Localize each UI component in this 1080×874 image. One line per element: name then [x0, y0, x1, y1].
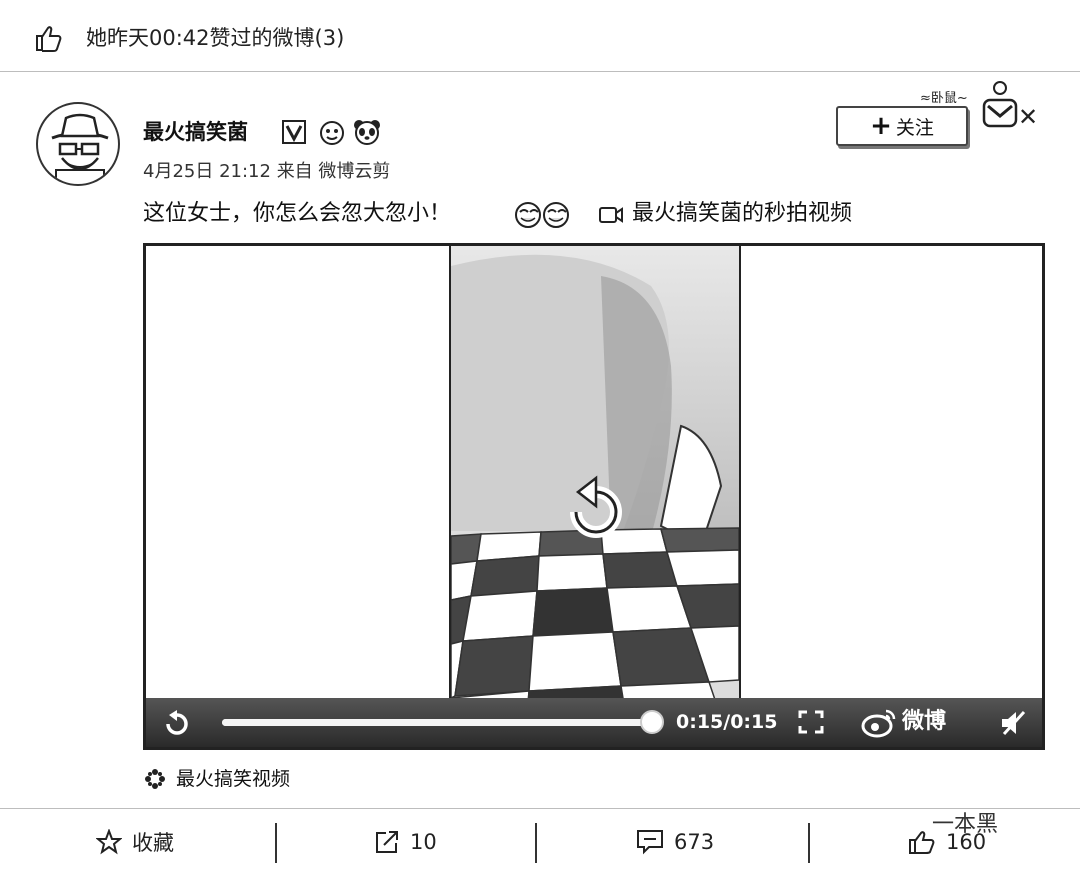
favorite-label: 收藏 [132, 831, 174, 855]
author-avatar[interactable] [36, 102, 120, 186]
video-camera-icon [599, 207, 623, 223]
star-icon [96, 829, 122, 855]
post-meta: 4月25日 21:12 来自 微博云剪 [143, 160, 390, 184]
author-name[interactable]: 最火搞笑菌 [143, 118, 248, 146]
follow-button-label: 关注 [895, 116, 934, 139]
watermark-text: 一本黑 [932, 812, 999, 837]
liked-header: 她昨天00:42赞过的微博(3) [0, 0, 1080, 72]
video-source-icon [145, 769, 165, 789]
fullscreen-icon[interactable] [798, 710, 824, 734]
video-controls: 0:15/0:15 微博 [146, 698, 1042, 747]
verified-v-icon [282, 120, 306, 144]
repost-icon [376, 831, 398, 853]
panda-badge-icon [354, 120, 380, 145]
mute-icon[interactable] [998, 708, 1028, 738]
comment-button[interactable]: 673 [636, 809, 714, 874]
plus-icon: + [870, 111, 892, 141]
video-source-link[interactable]: 最火搞笑视频 [176, 765, 290, 793]
post-from-label: 来自 [276, 161, 313, 182]
progress-track[interactable] [222, 710, 664, 734]
weibo-brand-text: 微博 [902, 709, 947, 734]
thumbs-up-icon [36, 26, 62, 52]
follow-button[interactable]: + 关注 [836, 106, 968, 146]
svg-text:≈卧鼠~: ≈卧鼠~ [920, 91, 968, 106]
progress-fill [222, 719, 652, 726]
comment-count: 673 [674, 830, 715, 854]
repost-count: 10 [410, 830, 437, 854]
time-display: 0:15/0:15 [676, 711, 778, 733]
avatar-image [51, 113, 109, 184]
action-bar: 收藏 10 673 160 [0, 808, 1080, 874]
repost-button[interactable]: 10 [374, 809, 437, 874]
laughing-emoji-icon [515, 202, 569, 228]
video-player[interactable]: 0:15/0:15 微博 [143, 243, 1045, 750]
divider [808, 823, 810, 863]
member-badge-icon [320, 121, 344, 145]
post-text: 这位女士，你怎么会忽大忽小！ [143, 201, 452, 226]
favorite-button[interactable]: 收藏 [96, 809, 174, 874]
replay-icon[interactable] [558, 474, 634, 550]
divider [535, 823, 537, 863]
close-icon[interactable]: ✕ [1018, 104, 1044, 130]
post-source-app[interactable]: 微博云剪 [318, 161, 390, 182]
video-link[interactable]: 最火搞笑菌的秒拍视频 [632, 199, 852, 229]
weibo-logo-icon[interactable] [860, 705, 898, 739]
post-time[interactable]: 4月25日 21:12 [143, 161, 271, 182]
progress-handle[interactable] [640, 710, 664, 734]
comment-icon [637, 830, 663, 855]
replay-small-icon[interactable] [160, 708, 192, 738]
liked-header-text: 她昨天00:42赞过的微博(3) [86, 26, 345, 50]
divider [275, 823, 277, 863]
